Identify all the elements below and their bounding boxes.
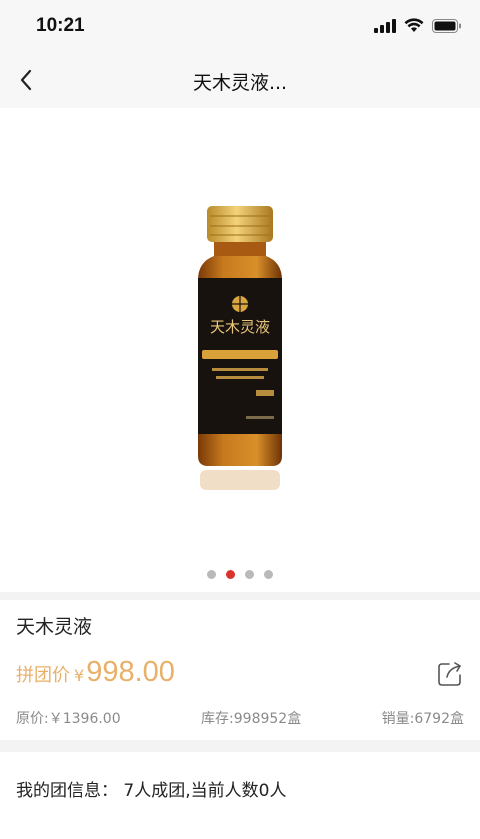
product-info: 天木灵液 拼团价 ¥ 998.00 原价:￥1396.00 库存:998952盒… [0, 600, 480, 740]
sales-count: 销量:6792盒 [381, 711, 464, 727]
product-name: 天木灵液 [16, 616, 93, 638]
page-title: 天木灵液... [192, 72, 288, 94]
svg-text:天木灵液: 天木灵液 [210, 318, 270, 336]
wifi-icon [404, 18, 424, 32]
cellular-signal-icon [374, 18, 396, 33]
group-info: 我的团信息： 7人成团,当前人数0人 [0, 752, 480, 839]
status-time: 10:21 [36, 15, 85, 36]
share-icon [438, 662, 461, 686]
group-info-text: 我的团信息： 7人成团,当前人数0人 [16, 781, 287, 801]
carousel-dot-active[interactable] [226, 570, 235, 579]
status-icons [374, 18, 462, 33]
share-button[interactable] [436, 660, 464, 688]
status-bar: 10:21 [0, 0, 480, 52]
carousel-dot[interactable] [264, 570, 273, 579]
carousel-indicator [0, 570, 480, 579]
nav-bar: 天木灵液... [0, 52, 480, 108]
product-image: 天木灵液 [198, 206, 282, 490]
product-image-carousel[interactable]: 天木灵液 [0, 108, 480, 592]
original-price: 原价:￥1396.00 [16, 711, 121, 727]
carousel-dot[interactable] [245, 570, 254, 579]
product-meta: 原价:￥1396.00 库存:998952盒 销量:6792盒 [16, 708, 464, 728]
group-price: 998.00 [86, 656, 175, 688]
battery-icon [432, 18, 461, 33]
stock-count: 库存:998952盒 [201, 711, 302, 727]
price-currency: ¥ [74, 666, 85, 685]
carousel-dot[interactable] [207, 570, 216, 579]
group-price-label: 拼团价 [16, 665, 70, 686]
price-row: 拼团价 ¥ 998.00 [16, 656, 175, 689]
